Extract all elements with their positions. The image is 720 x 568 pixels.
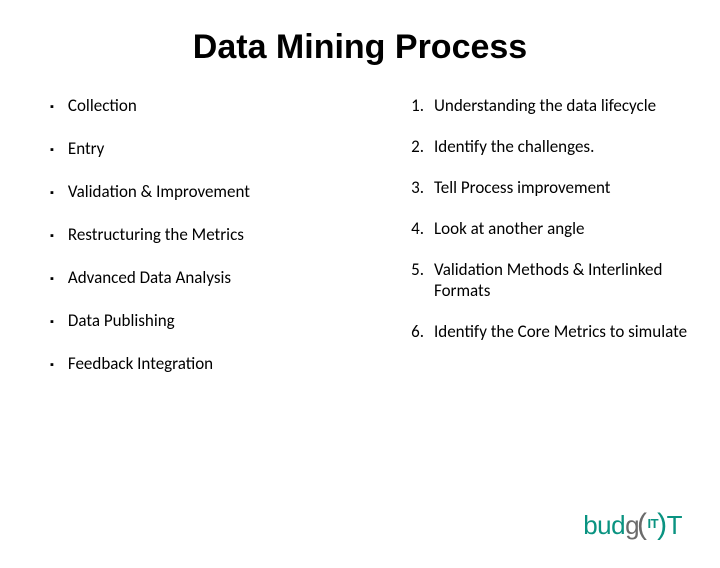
bullet-label: Restructuring the Metrics (68, 224, 350, 245)
content-columns: ▪ Collection ▪ Entry ▪ Validation & Impr… (0, 95, 720, 396)
square-bullet-icon: ▪ (50, 100, 54, 113)
bullet-label: Entry (68, 138, 350, 159)
bullet-label: Validation & Improvement (68, 181, 350, 202)
list-item: 4. Look at another angle (400, 218, 700, 239)
square-bullet-icon: ▪ (50, 229, 54, 242)
logo-text-bud: bud (583, 510, 625, 541)
numbered-label: Understanding the data lifecycle (434, 95, 700, 116)
bullet-label: Feedback Integration (68, 353, 350, 374)
square-bullet-icon: ▪ (50, 272, 54, 285)
square-bullet-icon: ▪ (50, 315, 54, 328)
logo-text-t: T (667, 510, 682, 541)
list-item: ▪ Advanced Data Analysis (50, 267, 350, 288)
list-number: 4. (400, 218, 424, 239)
bracket-open-icon: ( (637, 508, 647, 542)
list-number: 1. (400, 95, 424, 116)
numbered-label: Identify the challenges. (434, 136, 700, 157)
list-item: 1. Understanding the data lifecycle (400, 95, 700, 116)
logo-it-small: IT (648, 516, 659, 531)
list-number: 3. (400, 177, 424, 198)
numbered-label: Tell Process improvement (434, 177, 700, 198)
bracket-close-icon: ) (657, 508, 667, 542)
list-item: 6. Identify the Core Metrics to simulate (400, 321, 700, 342)
bullet-label: Collection (68, 95, 350, 116)
list-number: 5. (400, 259, 424, 280)
square-bullet-icon: ▪ (50, 186, 54, 199)
list-number: 2. (400, 136, 424, 157)
list-item: ▪ Validation & Improvement (50, 181, 350, 202)
right-numbered-list: 1. Understanding the data lifecycle 2. I… (400, 95, 700, 396)
numbered-label: Identify the Core Metrics to simulate (434, 321, 700, 342)
list-item: 2. Identify the challenges. (400, 136, 700, 157)
list-item: ▪ Data Publishing (50, 310, 350, 331)
bullet-label: Data Publishing (68, 310, 350, 331)
numbered-label: Validation Methods & Interlinked Formats (434, 259, 700, 301)
list-item: ▪ Restructuring the Metrics (50, 224, 350, 245)
budgit-logo: budg(IT)T (583, 508, 682, 542)
left-bullet-list: ▪ Collection ▪ Entry ▪ Validation & Impr… (50, 95, 350, 396)
list-item: ▪ Collection (50, 95, 350, 116)
slide-title: Data Mining Process (0, 28, 720, 67)
square-bullet-icon: ▪ (50, 143, 54, 156)
list-item: 5. Validation Methods & Interlinked Form… (400, 259, 700, 301)
numbered-label: Look at another angle (434, 218, 700, 239)
list-number: 6. (400, 321, 424, 342)
list-item: ▪ Feedback Integration (50, 353, 350, 374)
bullet-label: Advanced Data Analysis (68, 267, 350, 288)
square-bullet-icon: ▪ (50, 358, 54, 371)
list-item: ▪ Entry (50, 138, 350, 159)
list-item: 3. Tell Process improvement (400, 177, 700, 198)
